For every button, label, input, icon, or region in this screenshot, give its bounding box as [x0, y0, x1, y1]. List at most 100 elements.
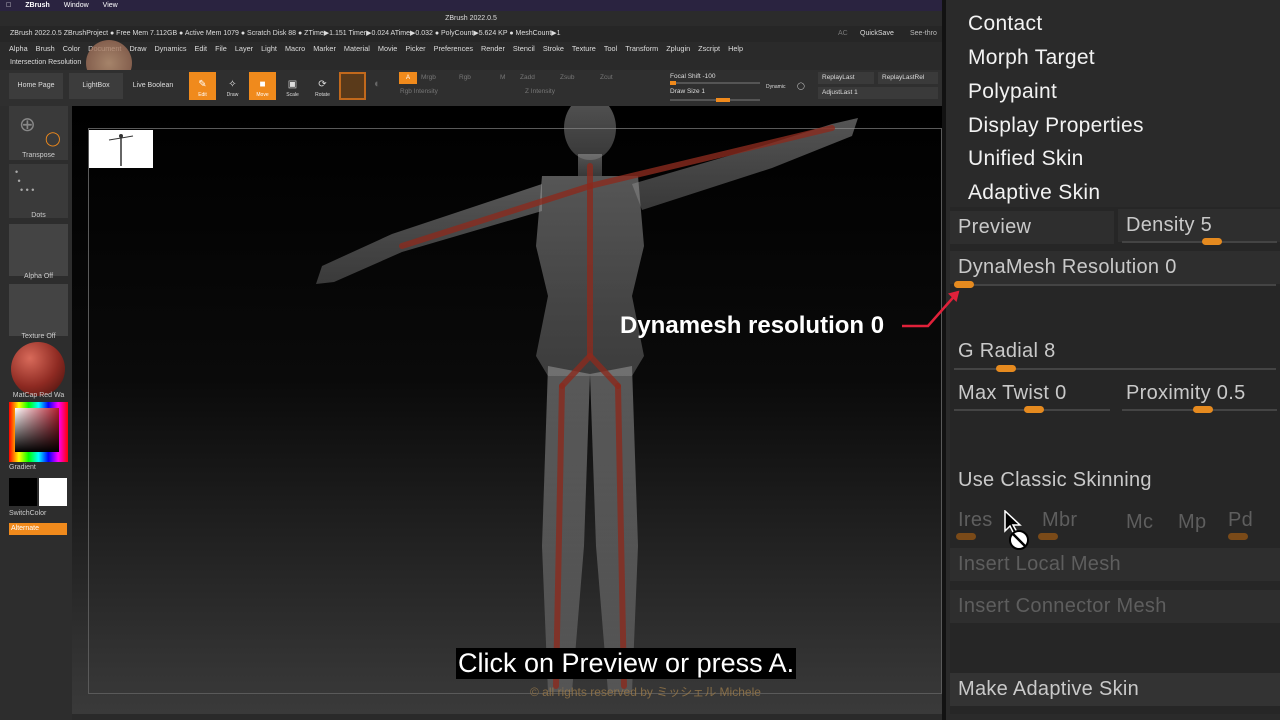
menu-unified-skin[interactable]: Unified Skin	[968, 147, 1084, 171]
move-button[interactable]: ■ Move	[249, 72, 276, 100]
use-classic-skinning-toggle[interactable]: Use Classic Skinning	[950, 464, 1280, 497]
menu-alpha[interactable]: Alpha	[9, 44, 28, 53]
menu-marker[interactable]: Marker	[313, 44, 336, 53]
menu-brush[interactable]: Brush	[36, 44, 55, 53]
menu-polypaint[interactable]: Polypaint	[968, 80, 1057, 104]
pd-slider[interactable]: Pd	[1220, 504, 1280, 537]
menu-dynamics[interactable]: Dynamics	[154, 44, 186, 53]
focal-shift-slider[interactable]: Focal Shift -100	[670, 73, 716, 80]
zcut-button[interactable]: Zcut	[600, 74, 613, 81]
dynamic-button[interactable]: Dynamic	[766, 84, 785, 90]
menu-stroke[interactable]: Stroke	[543, 44, 564, 53]
color-picker[interactable]	[9, 402, 68, 462]
draw-size-track[interactable]	[670, 98, 760, 102]
human-figure-model[interactable]	[72, 106, 942, 714]
focal-shift-knob[interactable]	[670, 81, 676, 85]
menu-light[interactable]: Light	[261, 44, 277, 53]
menu-zplugin[interactable]: Zplugin	[666, 44, 690, 53]
menubar-view[interactable]: View	[103, 2, 118, 9]
density-knob[interactable]	[1202, 238, 1222, 245]
see-through-slider[interactable]: See-thro	[910, 26, 937, 42]
ires-knob[interactable]	[956, 533, 976, 540]
secondary-color-swatch[interactable]	[39, 478, 67, 506]
menubar-window[interactable]: Window	[64, 2, 89, 9]
gradient-label[interactable]: Gradient	[9, 464, 68, 471]
menu-file[interactable]: File	[215, 44, 227, 53]
mbr-knob[interactable]	[1038, 533, 1058, 540]
density-track[interactable]	[1122, 241, 1277, 243]
menu-help[interactable]: Help	[728, 44, 743, 53]
viewport-canvas[interactable]	[72, 106, 942, 714]
apple-icon[interactable]: 	[6, 2, 11, 9]
rotate-button[interactable]: ⟳ Rotate	[309, 72, 336, 100]
live-boolean-button[interactable]: Live Boolean	[127, 73, 179, 99]
quicksave-button[interactable]: QuickSave	[860, 26, 894, 42]
alternate-button[interactable]: Alternate	[9, 523, 67, 535]
menu-color[interactable]: Color	[63, 44, 80, 53]
menu-zscript[interactable]: Zscript	[698, 44, 720, 53]
matcap-red-wax-swatch[interactable]	[11, 342, 65, 396]
m-button[interactable]: M	[500, 74, 505, 81]
ac-label[interactable]: AC	[838, 26, 848, 42]
dynamesh-resolution-track[interactable]	[954, 284, 1276, 286]
focal-shift-track[interactable]	[670, 81, 760, 85]
menu-macro[interactable]: Macro	[285, 44, 305, 53]
density-slider[interactable]: Density 5	[1118, 209, 1280, 242]
menu-display-properties[interactable]: Display Properties	[968, 114, 1144, 138]
menu-preferences[interactable]: Preferences	[434, 44, 473, 53]
g-radial-slider[interactable]: G Radial 8	[950, 335, 1280, 368]
home-page-button[interactable]: Home Page	[9, 73, 63, 99]
a-button[interactable]: A	[399, 72, 417, 84]
mrgb-button[interactable]: Mrgb	[421, 74, 436, 81]
primary-color-swatch[interactable]	[9, 478, 37, 506]
scale-button[interactable]: ▣ Scale	[279, 72, 306, 100]
sphere-icon[interactable]: ◐	[374, 78, 381, 90]
texture-button[interactable]	[9, 284, 68, 336]
lightbox-button[interactable]: LightBox	[69, 73, 123, 99]
color-picker-square[interactable]	[15, 408, 59, 452]
menu-tool[interactable]: Tool	[604, 44, 617, 53]
preview-button[interactable]: Preview	[950, 211, 1114, 244]
menubar-app[interactable]: ZBrush	[25, 2, 50, 9]
material-swatch[interactable]	[339, 72, 366, 100]
menu-texture[interactable]: Texture	[572, 44, 596, 53]
zsub-button[interactable]: Zsub	[560, 74, 574, 81]
menu-layer[interactable]: Layer	[235, 44, 253, 53]
rgb-intensity-slider[interactable]: Rgb Intensity	[400, 88, 438, 95]
menu-contact[interactable]: Contact	[968, 12, 1042, 36]
mc-toggle[interactable]: Mc	[1118, 506, 1168, 539]
draw-size-knob[interactable]	[716, 98, 730, 102]
menu-movie[interactable]: Movie	[378, 44, 397, 53]
dots-stroke-button[interactable]: • • • • •	[9, 164, 68, 218]
pd-knob[interactable]	[1228, 533, 1248, 540]
menu-stencil[interactable]: Stencil	[513, 44, 535, 53]
adjust-last-slider[interactable]: AdjustLast 1	[818, 87, 938, 99]
replay-last-button[interactable]: ReplayLast	[818, 72, 874, 84]
menu-render[interactable]: Render	[481, 44, 505, 53]
dynamesh-resolution-slider[interactable]: DynaMesh Resolution 0	[950, 251, 1280, 284]
edit-button[interactable]: ✎ Edit	[189, 72, 216, 100]
insert-connector-mesh-button[interactable]: Insert Connector Mesh	[950, 590, 1280, 623]
zadd-button[interactable]: Zadd	[520, 74, 535, 81]
d-icon[interactable]: ◯	[797, 82, 805, 90]
menu-picker[interactable]: Picker	[405, 44, 425, 53]
menu-morph-target[interactable]: Morph Target	[968, 46, 1095, 70]
menu-adaptive-skin[interactable]: Adaptive Skin	[968, 181, 1100, 205]
max-twist-knob[interactable]	[1024, 406, 1044, 413]
draw-button[interactable]: ✧ Draw	[219, 72, 246, 100]
menu-material[interactable]: Material	[344, 44, 370, 53]
z-intensity-slider[interactable]: Z Intensity	[525, 88, 555, 95]
alpha-button[interactable]	[9, 224, 68, 276]
mp-toggle[interactable]: Mp	[1170, 506, 1220, 539]
replay-last-rel-button[interactable]: ReplayLastRel	[878, 72, 938, 84]
menu-draw[interactable]: Draw	[129, 44, 146, 53]
g-radial-knob[interactable]	[996, 365, 1016, 372]
proximity-knob[interactable]	[1193, 406, 1213, 413]
rgb-button[interactable]: Rgb	[459, 74, 471, 81]
menu-edit[interactable]: Edit	[195, 44, 208, 53]
menu-transform[interactable]: Transform	[625, 44, 658, 53]
make-adaptive-skin-button[interactable]: Make Adaptive Skin	[950, 673, 1280, 706]
draw-size-slider[interactable]: Draw Size 1	[670, 88, 705, 95]
insert-local-mesh-button[interactable]: Insert Local Mesh	[950, 548, 1280, 581]
switch-color-button[interactable]: SwitchColor	[9, 510, 68, 517]
